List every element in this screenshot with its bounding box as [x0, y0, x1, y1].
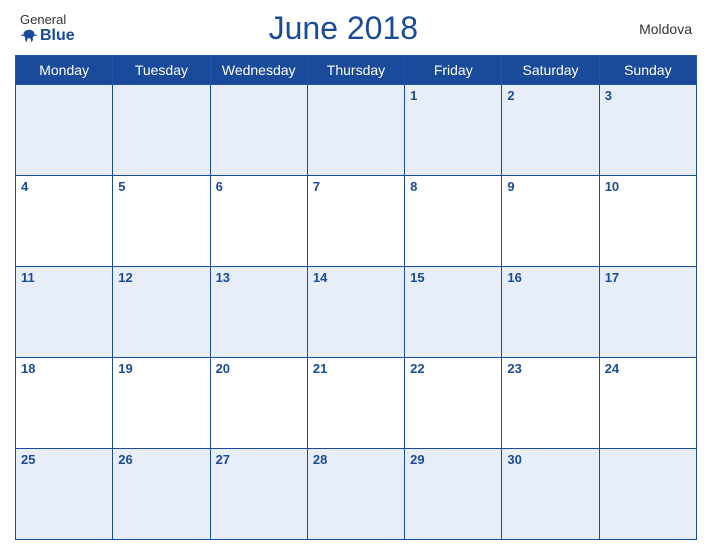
calendar-cell: 8 [405, 176, 502, 267]
day-number: 25 [21, 452, 35, 467]
weekday-header-monday: Monday [16, 56, 113, 85]
day-number: 4 [21, 179, 28, 194]
calendar-cell [16, 85, 113, 176]
calendar-cell: 5 [113, 176, 210, 267]
calendar-cell: 6 [210, 176, 307, 267]
day-number: 22 [410, 361, 424, 376]
week-row-3: 11 12 13 14 15 16 17 [16, 267, 697, 358]
calendar-cell: 27 [210, 449, 307, 540]
weekday-header-thursday: Thursday [307, 56, 404, 85]
calendar-cell: 23 [502, 358, 599, 449]
day-number: 6 [216, 179, 223, 194]
calendar-header-row: MondayTuesdayWednesdayThursdayFridaySatu… [16, 56, 697, 85]
day-number: 24 [605, 361, 619, 376]
week-row-2: 4 5 6 7 8 9 10 [16, 176, 697, 267]
day-number: 5 [118, 179, 125, 194]
calendar-cell [210, 85, 307, 176]
calendar-cell: 2 [502, 85, 599, 176]
day-number: 9 [507, 179, 514, 194]
calendar-cell: 3 [599, 85, 696, 176]
calendar-cell: 1 [405, 85, 502, 176]
calendar-cell: 20 [210, 358, 307, 449]
day-number: 20 [216, 361, 230, 376]
calendar-cell: 26 [113, 449, 210, 540]
logo-blue-container: Blue [20, 27, 75, 45]
day-number: 28 [313, 452, 327, 467]
calendar-cell: 30 [502, 449, 599, 540]
calendar-cell [307, 85, 404, 176]
day-number: 3 [605, 88, 612, 103]
day-number: 23 [507, 361, 521, 376]
day-number: 21 [313, 361, 327, 376]
logo: General Blue [20, 12, 75, 45]
day-number: 17 [605, 270, 619, 285]
calendar-cell: 10 [599, 176, 696, 267]
calendar-cell: 17 [599, 267, 696, 358]
country-name: Moldova [612, 21, 692, 37]
day-number: 8 [410, 179, 417, 194]
weekday-header-saturday: Saturday [502, 56, 599, 85]
calendar-cell: 19 [113, 358, 210, 449]
day-number: 30 [507, 452, 521, 467]
calendar-table: MondayTuesdayWednesdayThursdayFridaySatu… [15, 55, 697, 540]
calendar-cell [113, 85, 210, 176]
calendar-body: 1234567891011121314151617181920212223242… [16, 85, 697, 540]
logo-bird-icon [20, 27, 38, 45]
calendar-cell: 13 [210, 267, 307, 358]
calendar-cell: 21 [307, 358, 404, 449]
week-row-5: 25 26 27 28 29 30 [16, 449, 697, 540]
calendar-cell: 7 [307, 176, 404, 267]
day-number: 11 [21, 270, 35, 285]
day-number: 10 [605, 179, 619, 194]
calendar-cell: 24 [599, 358, 696, 449]
calendar-cell: 9 [502, 176, 599, 267]
day-number: 7 [313, 179, 320, 194]
day-number: 16 [507, 270, 521, 285]
day-number: 2 [507, 88, 514, 103]
logo-blue-text: Blue [40, 27, 75, 45]
calendar-cell: 11 [16, 267, 113, 358]
day-number: 15 [410, 270, 424, 285]
calendar-cell: 18 [16, 358, 113, 449]
calendar-cell: 22 [405, 358, 502, 449]
calendar-header: General Blue June 2018 Moldova [15, 10, 697, 47]
week-row-4: 18 19 20 21 22 23 24 [16, 358, 697, 449]
day-number: 27 [216, 452, 230, 467]
day-number: 29 [410, 452, 424, 467]
logo-general-text: General [20, 12, 66, 27]
weekday-header-wednesday: Wednesday [210, 56, 307, 85]
weekday-header-sunday: Sunday [599, 56, 696, 85]
day-number: 14 [313, 270, 327, 285]
calendar-cell: 28 [307, 449, 404, 540]
day-number: 13 [216, 270, 230, 285]
calendar-cell: 16 [502, 267, 599, 358]
weekday-header-tuesday: Tuesday [113, 56, 210, 85]
week-row-1: 1 2 3 [16, 85, 697, 176]
day-number: 12 [118, 270, 132, 285]
calendar-cell: 25 [16, 449, 113, 540]
weekday-row: MondayTuesdayWednesdayThursdayFridaySatu… [16, 56, 697, 85]
calendar-cell: 15 [405, 267, 502, 358]
calendar-cell: 14 [307, 267, 404, 358]
calendar-cell: 4 [16, 176, 113, 267]
weekday-header-friday: Friday [405, 56, 502, 85]
calendar-cell: 29 [405, 449, 502, 540]
day-number: 19 [118, 361, 132, 376]
day-number: 1 [410, 88, 417, 103]
day-number: 26 [118, 452, 132, 467]
calendar-cell: 12 [113, 267, 210, 358]
calendar-title: June 2018 [269, 10, 418, 47]
calendar-cell [599, 449, 696, 540]
day-number: 18 [21, 361, 35, 376]
